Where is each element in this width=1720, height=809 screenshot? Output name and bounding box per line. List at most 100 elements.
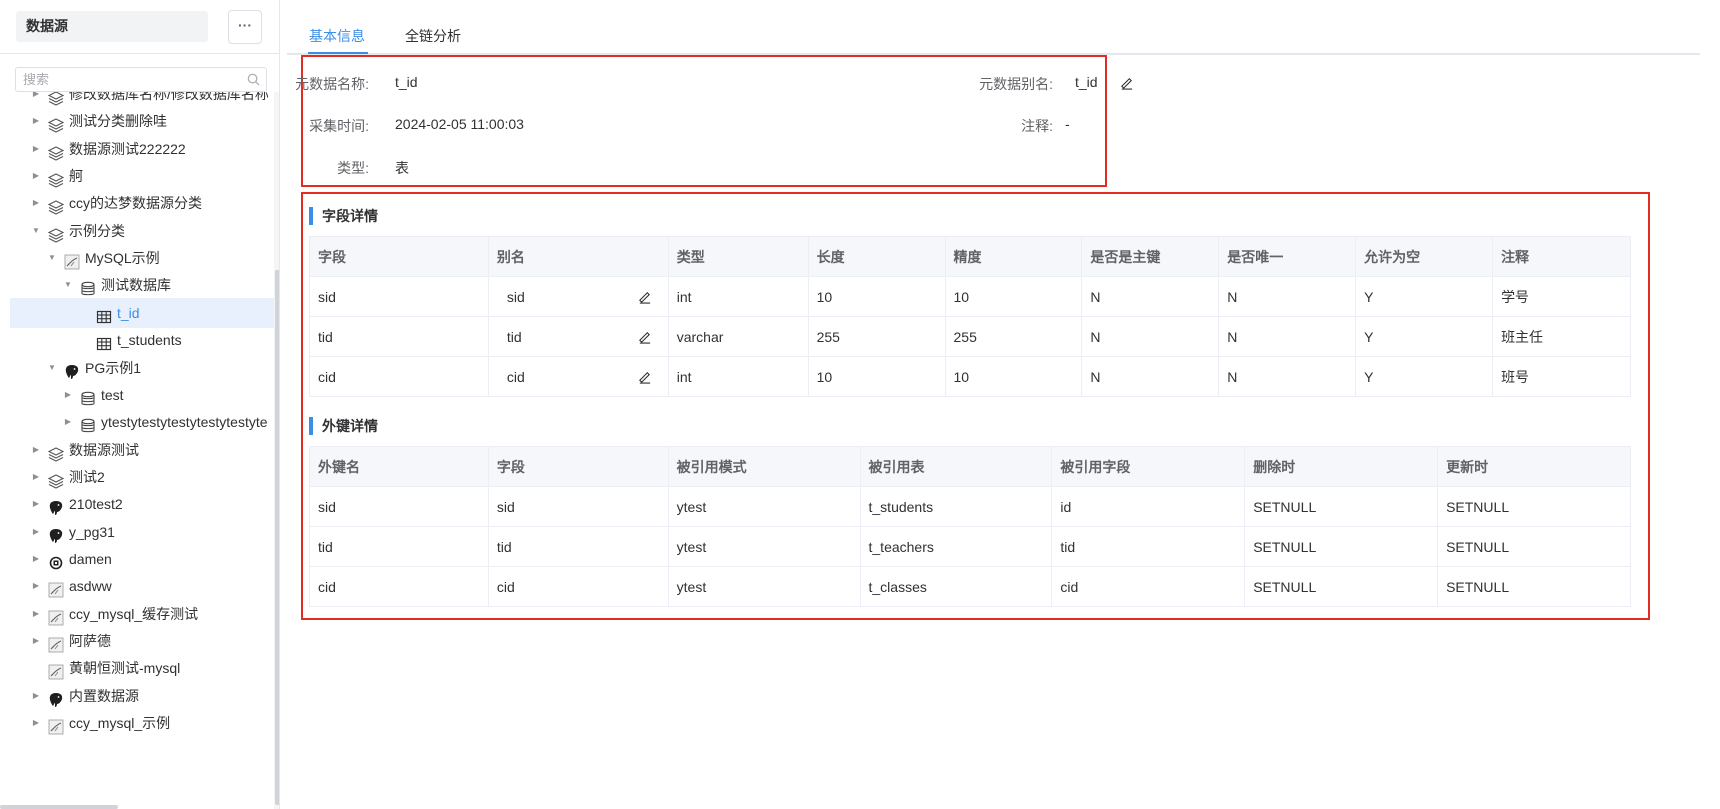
alias-text: cid xyxy=(506,368,525,385)
tree-node[interactable]: ▶ 测试2 xyxy=(10,462,276,492)
column-header: 是否唯一 xyxy=(1218,236,1357,277)
edit-alias-icon[interactable] xyxy=(637,369,652,384)
table-cell: varchar xyxy=(667,316,809,357)
tree-node-label: t_students xyxy=(117,332,182,349)
caret-right-icon[interactable]: ▶ xyxy=(62,407,74,437)
caret-right-icon[interactable]: ▶ xyxy=(62,380,74,410)
tree-node[interactable]: ▶ 数据源测试 xyxy=(10,435,276,465)
tree-node[interactable]: ▶ 210test2 xyxy=(10,489,276,519)
caret-right-icon[interactable]: ▶ xyxy=(30,571,42,601)
postgresql-icon xyxy=(64,360,80,379)
field-row: sid sid int 10 10 N N Y 学号 xyxy=(309,276,1631,317)
tree-node[interactable]: ▶ asdww xyxy=(10,571,276,601)
postgresql-icon xyxy=(48,496,64,516)
tree-node[interactable]: ▶ ccy_mysql_示例 xyxy=(10,708,276,738)
foreign-key-row: cid cid ytest t_classes cid SETNULL SETNULL xyxy=(309,566,1631,607)
caret-right-icon[interactable]: ▶ xyxy=(30,708,42,738)
search-input[interactable] xyxy=(16,68,241,91)
comment-label: 注释: xyxy=(1021,118,1053,134)
foreign-key-row: tid tid ytest t_teachers tid SETNULL SETNULL xyxy=(309,526,1631,567)
tree-node-label: 测试2 xyxy=(69,468,105,485)
tree-node-label: 210test2 xyxy=(69,496,123,513)
tree-node[interactable]: ▼ 示例分类 xyxy=(10,216,276,246)
tree-node-label: asdww xyxy=(69,578,112,595)
table-cell: 255 xyxy=(944,316,1083,357)
tree-node[interactable]: ▼ PG示例1 xyxy=(10,353,276,383)
collect-time-label: 采集时间: xyxy=(309,118,369,134)
caret-right-icon[interactable]: ▶ xyxy=(30,161,42,191)
caret-right-icon[interactable]: ▶ xyxy=(30,489,42,519)
table-cell: tid xyxy=(487,316,669,357)
mysql-icon xyxy=(64,250,80,270)
tree-node[interactable]: ▶ damen xyxy=(10,544,276,574)
table-cell: 10 xyxy=(807,276,946,317)
field-details-header: 字段 别名 类型 长度 精度 是否是主键 是否唯一 允许为空 注释 xyxy=(309,236,1631,277)
field-row: cid cid int 10 10 N N Y 班号 xyxy=(309,356,1631,397)
foreign-key-details-table: 外键名 字段 被引用模式 被引用表 被引用字段 删除时 更新时 sid sid ytest t_s… xyxy=(309,446,1631,607)
tree-horizontal-scrollbar[interactable] xyxy=(0,805,118,809)
caret-right-icon[interactable]: ▶ xyxy=(30,681,42,711)
postgresql-icon xyxy=(48,688,64,707)
caret-right-icon[interactable]: ▶ xyxy=(30,435,42,465)
caret-down-icon[interactable]: ▼ xyxy=(46,353,58,383)
more-options-button[interactable]: ··· xyxy=(228,10,262,44)
tab-basic-info[interactable]: 基本信息 xyxy=(309,26,365,46)
table-cell: tid xyxy=(309,316,489,357)
column-header: 注释 xyxy=(1492,236,1631,277)
table-cell: 10 xyxy=(807,356,946,397)
tree-node[interactable]: ▶ test xyxy=(10,380,276,410)
layers-icon xyxy=(47,195,65,216)
tree-node-label: test xyxy=(101,386,124,403)
mysql-icon xyxy=(48,578,64,598)
tree-node-label: t_id xyxy=(117,304,140,321)
tab-full-chain-analysis[interactable]: 全链分析 xyxy=(405,26,461,46)
table-cell: N xyxy=(1081,356,1220,397)
caret-right-icon[interactable]: ▶ xyxy=(30,599,42,629)
tree-node[interactable]: t_students xyxy=(10,325,276,355)
tree-node-label: 阿萨德 xyxy=(69,633,111,649)
caret-down-icon[interactable]: ▼ xyxy=(62,270,74,300)
table-cell: tid xyxy=(309,526,489,567)
tree-node[interactable]: t_id xyxy=(10,297,276,328)
layers-icon xyxy=(47,113,65,133)
column-header: 长度 xyxy=(807,236,946,277)
caret-down-icon[interactable]: ▼ xyxy=(46,243,58,273)
tree-node[interactable]: ▶ ccy的达梦数据源分类 xyxy=(10,188,276,218)
tree-node[interactable]: ▶ 舸 xyxy=(10,161,276,191)
tree-node[interactable]: ▼ MySQL示例 xyxy=(10,243,276,273)
caret-right-icon[interactable]: ▶ xyxy=(30,626,42,656)
caret-right-icon[interactable]: ▶ xyxy=(30,517,42,547)
search-icon[interactable] xyxy=(247,73,260,86)
table-cell: t_classes xyxy=(859,566,1053,607)
tree-node[interactable]: ▶ ytestytestytestytestytestyte xyxy=(10,407,276,437)
mysql-icon xyxy=(48,606,64,626)
tree-node[interactable]: ▼ 测试数据库 xyxy=(10,270,276,300)
tree-node[interactable]: ▶ ccy_mysql_缓存测试 xyxy=(10,599,276,629)
column-header: 类型 xyxy=(667,236,809,277)
tree-node[interactable]: ▶ 阿萨德 xyxy=(10,626,276,656)
metadata-alias-value: t_id xyxy=(1075,74,1098,90)
caret-right-icon[interactable]: ▶ xyxy=(30,544,42,574)
edit-alias-icon[interactable] xyxy=(637,329,652,344)
tree-node[interactable]: 黄朝恒测试-mysql xyxy=(10,653,276,683)
column-header: 字段 xyxy=(309,236,489,277)
tree-node[interactable]: ▶ 数据源测试222222 xyxy=(10,134,276,164)
caret-right-icon[interactable]: ▶ xyxy=(30,462,42,492)
table-cell: cid xyxy=(1051,566,1246,607)
caret-down-icon[interactable]: ▼ xyxy=(30,216,42,246)
dameng-icon xyxy=(48,551,64,570)
edit-alias-icon[interactable] xyxy=(1119,75,1134,90)
table-cell: N xyxy=(1081,276,1220,317)
mysql-icon xyxy=(48,660,64,680)
tree-node[interactable]: ▶ 内置数据源 xyxy=(10,681,276,711)
caret-right-icon[interactable]: ▶ xyxy=(30,134,42,164)
table-cell: 255 xyxy=(807,316,946,357)
database-icon xyxy=(80,277,96,296)
caret-right-icon[interactable]: ▶ xyxy=(30,188,42,218)
edit-alias-icon[interactable] xyxy=(637,289,652,304)
tree-node[interactable]: ▶ y_pg31 xyxy=(10,517,276,547)
tree-node[interactable]: ▶ 测试分类删除哇 xyxy=(10,106,276,136)
tree-node-label: ytestytestytestytestytestyte xyxy=(101,414,268,431)
tree-scrollbar[interactable] xyxy=(275,270,279,805)
caret-right-icon[interactable]: ▶ xyxy=(30,106,42,136)
